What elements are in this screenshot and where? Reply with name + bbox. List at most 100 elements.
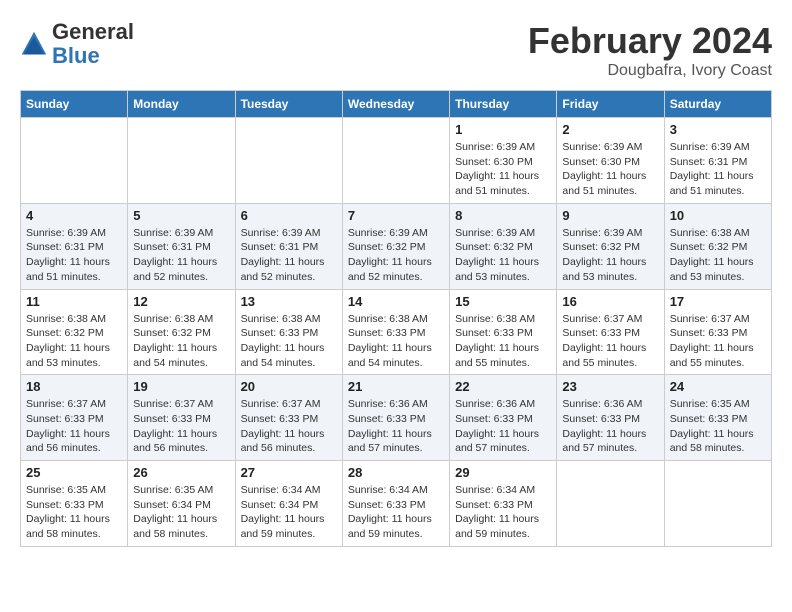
day-number: 20 [241, 379, 337, 394]
day-info: Sunrise: 6:37 AMSunset: 6:33 PMDaylight:… [670, 312, 766, 371]
day-number: 6 [241, 208, 337, 223]
day-of-week-header: Sunday [21, 91, 128, 118]
day-info: Sunrise: 6:37 AMSunset: 6:33 PMDaylight:… [241, 397, 337, 456]
day-number: 18 [26, 379, 122, 394]
day-of-week-header: Saturday [664, 91, 771, 118]
calendar-cell [21, 118, 128, 204]
calendar-cell: 17 Sunrise: 6:37 AMSunset: 6:33 PMDayligh… [664, 289, 771, 375]
calendar-cell: 23Sunrise: 6:36 AMSunset: 6:33 PMDayligh… [557, 375, 664, 461]
calendar-cell: 3 Sunrise: 6:39 AMSunset: 6:31 PMDaylight… [664, 118, 771, 204]
day-info: Sunrise: 6:34 AMSunset: 6:33 PMDaylight:… [348, 483, 444, 542]
calendar-header-row: SundayMondayTuesdayWednesdayThursdayFrid… [21, 91, 772, 118]
day-number: 8 [455, 208, 551, 223]
day-number: 23 [562, 379, 658, 394]
day-number: 15 [455, 294, 551, 309]
day-info: Sunrise: 6:35 AMSunset: 6:34 PMDaylight:… [133, 483, 229, 542]
calendar-cell: 19 Sunrise: 6:37 AMSunset: 6:33 PMDayligh… [128, 375, 235, 461]
day-info: Sunrise: 6:39 AMSunset: 6:32 PMDaylight:… [348, 226, 444, 285]
day-info: Sunrise: 6:39 AMSunset: 6:31 PMDaylight:… [133, 226, 229, 285]
calendar-cell: 22Sunrise: 6:36 AMSunset: 6:33 PMDayligh… [450, 375, 557, 461]
day-info: Sunrise: 6:34 AMSunset: 6:34 PMDaylight:… [241, 483, 337, 542]
day-number: 27 [241, 465, 337, 480]
calendar-cell: 7 Sunrise: 6:39 AMSunset: 6:32 PMDaylight… [342, 203, 449, 289]
logo: General Blue [20, 20, 134, 68]
day-number: 24 [670, 379, 766, 394]
calendar-week-row: 4 Sunrise: 6:39 AMSunset: 6:31 PMDaylight… [21, 203, 772, 289]
day-info: Sunrise: 6:38 AMSunset: 6:32 PMDaylight:… [670, 226, 766, 285]
calendar-week-row: 25Sunrise: 6:35 AMSunset: 6:33 PMDayligh… [21, 461, 772, 547]
day-number: 4 [26, 208, 122, 223]
day-number: 3 [670, 122, 766, 137]
day-number: 14 [348, 294, 444, 309]
day-number: 1 [455, 122, 551, 137]
calendar-week-row: 11 Sunrise: 6:38 AMSunset: 6:32 PMDayligh… [21, 289, 772, 375]
day-info: Sunrise: 6:38 AMSunset: 6:33 PMDaylight:… [241, 312, 337, 371]
calendar-cell: 20 Sunrise: 6:37 AMSunset: 6:33 PMDayligh… [235, 375, 342, 461]
calendar-cell: 14 Sunrise: 6:38 AMSunset: 6:33 PMDayligh… [342, 289, 449, 375]
day-info: Sunrise: 6:37 AMSunset: 6:33 PMDaylight:… [562, 312, 658, 371]
calendar-cell: 16Sunrise: 6:37 AMSunset: 6:33 PMDayligh… [557, 289, 664, 375]
page-header: General Blue February 2024 Dougbafra, Iv… [20, 20, 772, 80]
title-block: February 2024 Dougbafra, Ivory Coast [528, 20, 772, 80]
day-number: 26 [133, 465, 229, 480]
calendar-cell: 4 Sunrise: 6:39 AMSunset: 6:31 PMDaylight… [21, 203, 128, 289]
calendar-cell: 11 Sunrise: 6:38 AMSunset: 6:32 PMDayligh… [21, 289, 128, 375]
calendar-cell: 24 Sunrise: 6:35 AMSunset: 6:33 PMDayligh… [664, 375, 771, 461]
calendar-cell: 21Sunrise: 6:36 AMSunset: 6:33 PMDayligh… [342, 375, 449, 461]
day-number: 29 [455, 465, 551, 480]
day-info: Sunrise: 6:38 AMSunset: 6:32 PMDaylight:… [26, 312, 122, 371]
day-number: 5 [133, 208, 229, 223]
calendar-cell: 27 Sunrise: 6:34 AMSunset: 6:34 PMDayligh… [235, 461, 342, 547]
calendar-cell: 6Sunrise: 6:39 AMSunset: 6:31 PMDaylight… [235, 203, 342, 289]
day-number: 10 [670, 208, 766, 223]
day-number: 22 [455, 379, 551, 394]
calendar-cell: 25Sunrise: 6:35 AMSunset: 6:33 PMDayligh… [21, 461, 128, 547]
day-info: Sunrise: 6:37 AMSunset: 6:33 PMDaylight:… [26, 397, 122, 456]
day-info: Sunrise: 6:39 AMSunset: 6:32 PMDaylight:… [455, 226, 551, 285]
calendar-cell: 26 Sunrise: 6:35 AMSunset: 6:34 PMDayligh… [128, 461, 235, 547]
calendar-cell: 10 Sunrise: 6:38 AMSunset: 6:32 PMDayligh… [664, 203, 771, 289]
day-info: Sunrise: 6:35 AMSunset: 6:33 PMDaylight:… [26, 483, 122, 542]
day-number: 2 [562, 122, 658, 137]
calendar-cell: 1 Sunrise: 6:39 AMSunset: 6:30 PMDaylight… [450, 118, 557, 204]
day-number: 9 [562, 208, 658, 223]
calendar-cell: 29Sunrise: 6:34 AMSunset: 6:33 PMDayligh… [450, 461, 557, 547]
calendar-week-row: 18 Sunrise: 6:37 AMSunset: 6:33 PMDayligh… [21, 375, 772, 461]
calendar-cell: 12Sunrise: 6:38 AMSunset: 6:32 PMDayligh… [128, 289, 235, 375]
day-info: Sunrise: 6:39 AMSunset: 6:32 PMDaylight:… [562, 226, 658, 285]
calendar-cell: 8 Sunrise: 6:39 AMSunset: 6:32 PMDaylight… [450, 203, 557, 289]
day-number: 12 [133, 294, 229, 309]
calendar-cell [128, 118, 235, 204]
day-number: 21 [348, 379, 444, 394]
calendar-cell: 2 Sunrise: 6:39 AMSunset: 6:30 PMDaylight… [557, 118, 664, 204]
calendar-cell: 18 Sunrise: 6:37 AMSunset: 6:33 PMDayligh… [21, 375, 128, 461]
day-info: Sunrise: 6:38 AMSunset: 6:33 PMDaylight:… [348, 312, 444, 371]
day-of-week-header: Thursday [450, 91, 557, 118]
day-of-week-header: Tuesday [235, 91, 342, 118]
day-info: Sunrise: 6:38 AMSunset: 6:33 PMDaylight:… [455, 312, 551, 371]
day-number: 19 [133, 379, 229, 394]
day-number: 11 [26, 294, 122, 309]
day-number: 7 [348, 208, 444, 223]
day-number: 17 [670, 294, 766, 309]
calendar-cell: 9 Sunrise: 6:39 AMSunset: 6:32 PMDaylight… [557, 203, 664, 289]
logo-icon [20, 30, 48, 58]
day-of-week-header: Friday [557, 91, 664, 118]
day-info: Sunrise: 6:39 AMSunset: 6:30 PMDaylight:… [455, 140, 551, 199]
location: Dougbafra, Ivory Coast [528, 62, 772, 80]
day-info: Sunrise: 6:39 AMSunset: 6:30 PMDaylight:… [562, 140, 658, 199]
day-info: Sunrise: 6:37 AMSunset: 6:33 PMDaylight:… [133, 397, 229, 456]
day-info: Sunrise: 6:39 AMSunset: 6:31 PMDaylight:… [26, 226, 122, 285]
calendar-cell [557, 461, 664, 547]
month-year: February 2024 [528, 20, 772, 62]
day-info: Sunrise: 6:39 AMSunset: 6:31 PMDaylight:… [670, 140, 766, 199]
logo-blue: Blue [52, 43, 100, 68]
calendar-cell: 15 Sunrise: 6:38 AMSunset: 6:33 PMDayligh… [450, 289, 557, 375]
calendar-cell [664, 461, 771, 547]
day-of-week-header: Monday [128, 91, 235, 118]
day-info: Sunrise: 6:35 AMSunset: 6:33 PMDaylight:… [670, 397, 766, 456]
calendar-cell [235, 118, 342, 204]
logo-text: General Blue [52, 20, 134, 68]
calendar-cell: 5 Sunrise: 6:39 AMSunset: 6:31 PMDaylight… [128, 203, 235, 289]
calendar-cell: 28Sunrise: 6:34 AMSunset: 6:33 PMDayligh… [342, 461, 449, 547]
